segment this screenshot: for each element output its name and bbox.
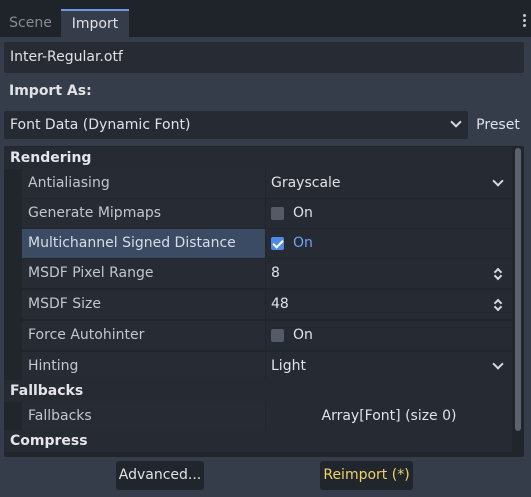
dock-tab-bar: Scene Import [0, 0, 531, 37]
checkbox-icon [271, 329, 284, 342]
import-type-value: Font Data (Dynamic Font) [10, 117, 191, 133]
checkmark-icon [271, 237, 284, 250]
checkbox-label: On [293, 205, 313, 221]
property-label: Multichannel Signed Distance Field [22, 229, 265, 280]
inspector-scrollbar[interactable] [515, 148, 521, 431]
msdf-size-spinbox[interactable]: 48 [266, 290, 512, 319]
spinbox-value: 48 [271, 296, 289, 312]
property-label: MSDF Pixel Range [22, 259, 265, 288]
property-label: Fallbacks [22, 402, 265, 431]
hinting-value: Light [271, 358, 306, 374]
msdf-pixel-range-spinbox[interactable]: 8 [266, 259, 512, 288]
property-label: Force Autohinter [22, 321, 265, 350]
property-label: MSDF Size [22, 290, 265, 319]
spinner-arrows-icon[interactable] [493, 298, 504, 312]
spinbox-value: 8 [271, 265, 280, 281]
property-row-msdf: Multichannel Signed Distance Field On [4, 229, 512, 280]
checkbox-label: On [293, 235, 313, 251]
property-label: Antialiasing [22, 169, 265, 198]
antialiasing-dropdown[interactable]: Grayscale [266, 169, 512, 198]
property-row-hinting: Hinting Light [4, 352, 512, 381]
checkbox-label: On [293, 327, 313, 343]
checkbox-icon [271, 207, 284, 220]
force-autohinter-checkbox[interactable]: On [266, 321, 512, 350]
fallbacks-array-button[interactable]: Array[Font] (size 0) [266, 402, 512, 431]
reimport-button[interactable]: Reimport (*) [320, 461, 413, 490]
hinting-dropdown[interactable]: Light [266, 352, 512, 381]
property-row-force-autohinter: Force Autohinter On [4, 321, 512, 350]
chevron-down-icon [450, 116, 462, 128]
section-compress[interactable]: Compress [4, 430, 512, 452]
property-label: Generate Mipmaps [22, 199, 265, 228]
property-row-msdf-size: MSDF Size 48 [4, 290, 512, 319]
msdf-checkbox[interactable]: On [266, 229, 512, 258]
antialiasing-value: Grayscale [271, 175, 341, 191]
preset-button[interactable]: Preset [471, 111, 525, 139]
import-options-inspector: Rendering Antialiasing Grayscale Generat… [4, 146, 524, 457]
property-row-antialiasing: Antialiasing Grayscale [4, 169, 512, 198]
section-fallbacks[interactable]: Fallbacks [4, 380, 512, 402]
property-row-fallbacks: Fallbacks Array[Font] (size 0) [4, 402, 512, 431]
generate-mipmaps-checkbox[interactable]: On [266, 199, 512, 228]
file-name-field: Inter-Regular.otf [4, 42, 524, 73]
tab-scene[interactable]: Scene [0, 9, 61, 37]
property-row-generate-mipmaps: Generate Mipmaps On [4, 199, 512, 228]
advanced-button[interactable]: Advanced... [116, 461, 204, 490]
import-type-dropdown[interactable]: Font Data (Dynamic Font) [4, 111, 468, 139]
chevron-down-icon [492, 358, 504, 370]
property-label: Hinting [22, 352, 265, 381]
chevron-down-icon [492, 175, 504, 187]
more-options-icon[interactable] [521, 12, 527, 32]
spinner-arrows-icon[interactable] [493, 267, 504, 281]
section-rendering[interactable]: Rendering [4, 147, 512, 169]
tab-import[interactable]: Import [61, 9, 129, 37]
import-as-heading: Import As: [9, 83, 92, 99]
property-row-msdf-pixel-range: MSDF Pixel Range 8 [4, 259, 512, 288]
